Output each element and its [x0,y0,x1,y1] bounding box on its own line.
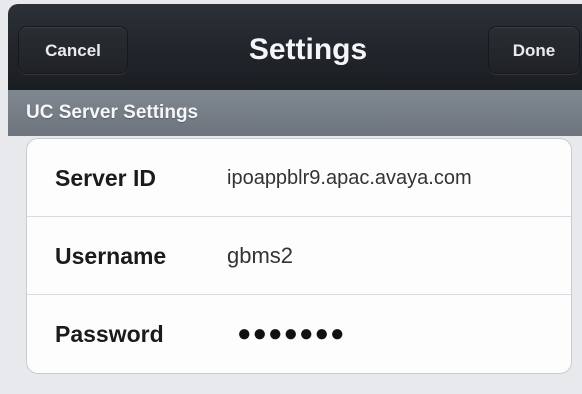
section-header-label: UC Server Settings [26,102,199,123]
server-id-field[interactable]: ipoappblr9.apac.avaya.com [227,139,472,217]
username-row[interactable]: Username gbms2 [27,217,571,295]
username-label: Username [55,243,167,269]
cancel-button[interactable]: Cancel [18,26,128,74]
section-header: UC Server Settings [8,90,582,136]
page-title: Settings [248,33,368,66]
navigation-bar: Cancel Settings Done [8,4,582,90]
username-field[interactable]: gbms2 [227,217,293,295]
done-button[interactable]: Done [488,26,580,74]
server-id-row[interactable]: Server ID ipoappblr9.apac.avaya.com [27,139,571,217]
settings-screen: Cancel Settings Done UC Server Settings … [0,0,582,394]
password-label: Password [55,321,164,347]
password-field[interactable]: ●●●●●●● [237,295,345,373]
server-id-label: Server ID [55,165,157,191]
server-settings-form: Server ID ipoappblr9.apac.avaya.com User… [26,138,572,374]
password-row[interactable]: Password ●●●●●●● [27,295,571,373]
